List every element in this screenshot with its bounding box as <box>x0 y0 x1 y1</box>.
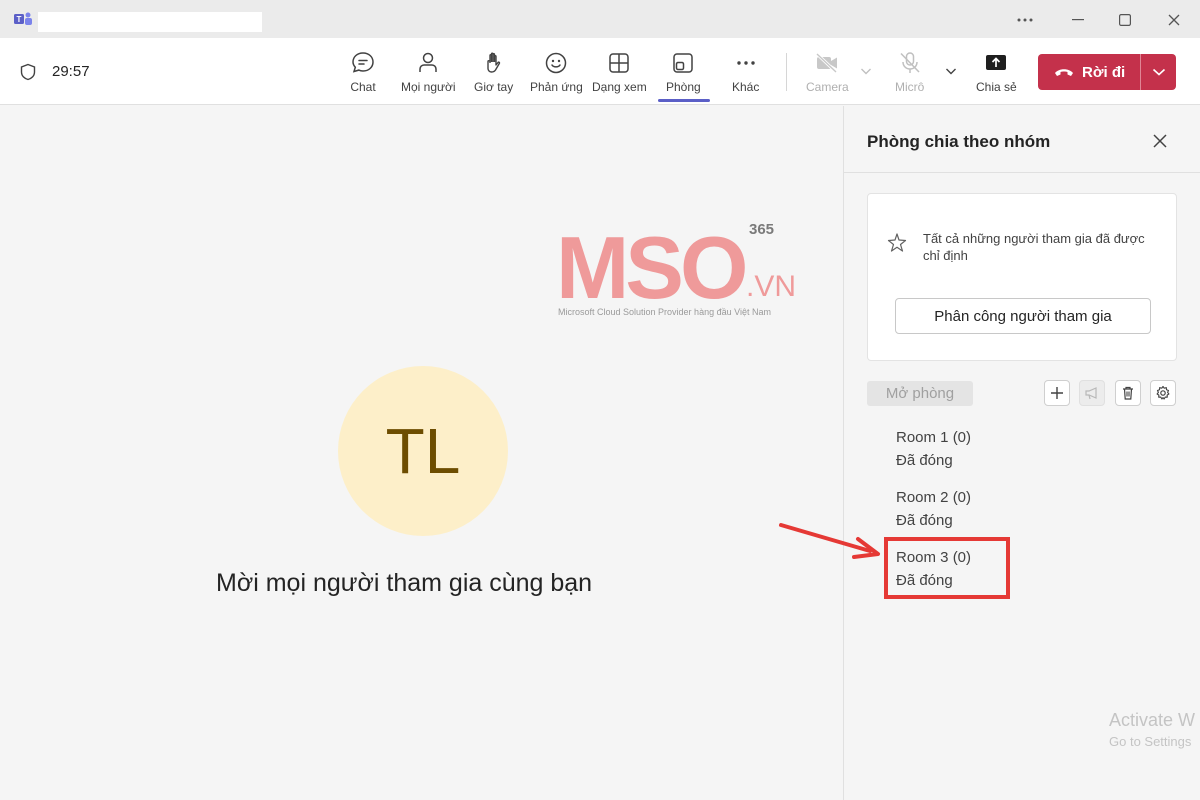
meeting-stage: TL Mời mọi người tham gia cùng bạn <box>0 106 843 800</box>
share-screen-icon <box>986 55 1007 70</box>
rooms-label: Phòng <box>666 80 701 94</box>
svg-text:T: T <box>17 15 22 24</box>
maximize-icon[interactable] <box>1113 8 1137 32</box>
meeting-toolbar: 29:57 Chat Mọi người Giơ tay Phản ứng Dạ… <box>0 38 1200 105</box>
mic-off-icon <box>900 52 920 73</box>
leave-label: Rời đi <box>1082 63 1126 81</box>
camera-button[interactable]: Camera <box>806 50 849 94</box>
add-room-button[interactable] <box>1044 380 1070 406</box>
avatar-initials: TL <box>385 415 461 487</box>
teams-logo-icon: T <box>14 12 32 25</box>
raise-hand-label: Giơ tay <box>474 80 514 94</box>
activate-windows-subtext: Go to Settings <box>1109 734 1192 749</box>
close-panel-icon[interactable] <box>1149 130 1171 152</box>
assignment-info: Tất cả những người tham gia đã được chỉ … <box>923 231 1145 263</box>
assign-participants-button[interactable]: Phân công người tham gia <box>895 298 1151 334</box>
open-rooms-button[interactable]: Mở phòng <box>867 381 973 406</box>
people-label: Mọi người <box>401 80 456 94</box>
title-bar: T <box>0 0 1200 38</box>
sparkle-icon <box>887 233 907 252</box>
chat-button[interactable]: Chat <box>350 50 376 94</box>
chat-label: Chat <box>350 80 376 94</box>
megaphone-icon <box>1085 387 1097 400</box>
window-title <box>38 12 262 32</box>
leave-main-button[interactable]: Rời đi <box>1038 54 1140 90</box>
close-window-icon[interactable] <box>1162 8 1186 32</box>
camera-label: Camera <box>806 80 849 94</box>
mic-label: Micrô <box>895 80 925 94</box>
trash-icon <box>1123 386 1133 400</box>
breakout-rooms-panel: Phòng chia theo nhóm Tất cả những người … <box>843 106 1200 800</box>
raise-hand-button[interactable]: Giơ tay <box>474 50 513 94</box>
more-button[interactable]: Khác <box>732 50 759 94</box>
person-icon <box>419 52 438 72</box>
view-button[interactable]: Dạng xem <box>592 50 647 94</box>
breakout-rooms-icon <box>673 53 694 73</box>
plus-icon <box>1051 387 1063 399</box>
grid-icon <box>609 53 630 73</box>
delete-rooms-button[interactable] <box>1115 380 1141 406</box>
more-options-icon[interactable] <box>1013 8 1037 32</box>
camera-options-chevron-icon[interactable] <box>859 64 873 78</box>
leave-options-chevron-icon[interactable] <box>1141 54 1176 90</box>
room-status: Đã đóng <box>896 512 953 529</box>
meeting-timer: 29:57 <box>52 63 90 80</box>
shield-icon <box>20 63 36 81</box>
watermark-superscript: 365 <box>749 221 775 238</box>
invite-message: Mời mọi người tham gia cùng bạn <box>216 569 593 597</box>
watermark-brand: MSO <box>556 218 745 317</box>
room-item-1[interactable]: Room 1 (0) Đã đóng <box>896 429 971 469</box>
leave-button[interactable]: Rời đi <box>1038 54 1176 90</box>
mic-options-chevron-icon[interactable] <box>944 64 958 78</box>
panel-title: Phòng chia theo nhóm <box>867 132 1051 151</box>
react-label: Phản ứng <box>530 80 583 94</box>
share-button[interactable]: Chia sẻ <box>976 50 1017 94</box>
phone-hangup-icon <box>1055 69 1073 76</box>
assign-card: Tất cả những người tham gia đã được chỉ … <box>867 193 1177 361</box>
annotation-highlight-box <box>884 537 1010 599</box>
room-item-2[interactable]: Room 2 (0) Đã đóng <box>896 489 971 529</box>
panel-divider <box>844 172 1200 173</box>
watermark-tld: .VN <box>746 270 796 303</box>
minimize-icon[interactable] <box>1066 8 1090 32</box>
people-button[interactable]: Mọi người <box>401 50 456 94</box>
gear-icon <box>1156 385 1170 400</box>
room-name: Room 2 (0) <box>896 489 972 506</box>
view-label: Dạng xem <box>592 80 647 94</box>
announcement-button[interactable] <box>1079 380 1105 406</box>
more-label: Khác <box>732 80 760 94</box>
react-button[interactable]: Phản ứng <box>530 50 583 94</box>
chat-icon <box>352 52 374 73</box>
ellipsis-icon <box>736 61 755 65</box>
activate-windows-text: Activate W <box>1109 710 1196 730</box>
room-settings-button[interactable] <box>1150 380 1176 406</box>
smiley-icon <box>546 52 567 74</box>
active-tab-indicator <box>658 99 710 102</box>
mic-button[interactable]: Micrô <box>895 50 924 94</box>
room-name: Room 1 (0) <box>896 429 972 446</box>
watermark-tagline: Microsoft Cloud Solution Provider hàng đ… <box>558 307 771 317</box>
share-label: Chia sẻ <box>976 80 1017 94</box>
rooms-button[interactable]: Phòng <box>666 50 701 94</box>
annotation-arrow-icon <box>779 523 880 559</box>
avatar: TL <box>338 366 508 536</box>
room-status: Đã đóng <box>896 452 953 469</box>
camera-off-icon <box>816 52 838 74</box>
hand-icon <box>486 52 500 73</box>
toolbar-divider <box>786 53 787 91</box>
